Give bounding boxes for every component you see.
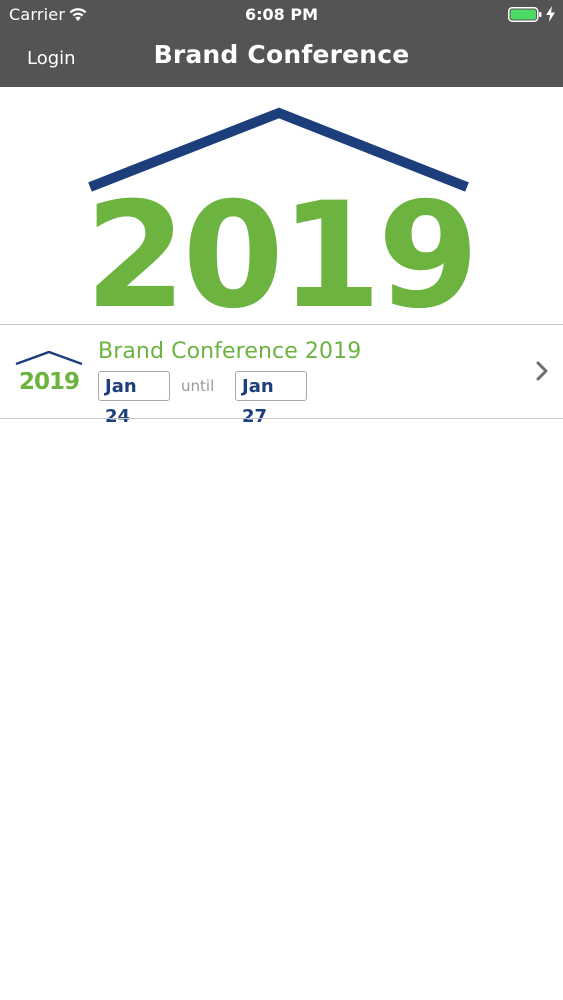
page-title: Brand Conference	[153, 40, 410, 69]
battery-full-icon	[508, 7, 542, 22]
top-bar: Carrier 6:08 PM Login Brand Conference	[0, 0, 563, 87]
event-title: Brand Conference 2019	[98, 339, 362, 364]
chevron-right-icon	[536, 361, 548, 381]
list-divider-bottom	[0, 418, 563, 419]
status-time: 6:08 PM	[244, 5, 318, 24]
banner-year: 2019	[85, 171, 475, 324]
app-screen: Carrier 6:08 PM Login Brand Conference 2…	[0, 0, 563, 1000]
event-list-item[interactable]: 2019 Brand Conference 2019 Jan 24 until …	[0, 325, 563, 427]
roof-icon	[15, 351, 83, 366]
event-logo-thumbnail: 2019	[15, 351, 83, 395]
end-date-badge: Jan 27	[235, 371, 307, 427]
conference-banner: 2019	[0, 87, 563, 324]
until-label: until	[181, 377, 215, 395]
start-date-badge: Jan 24	[98, 371, 170, 427]
conference-logo: 2019	[85, 107, 479, 324]
thumbnail-year: 2019	[19, 369, 79, 395]
status-bar: Carrier 6:08 PM	[0, 0, 563, 30]
navigation-bar: Login Brand Conference	[0, 30, 563, 87]
charging-bolt-icon	[546, 6, 555, 22]
